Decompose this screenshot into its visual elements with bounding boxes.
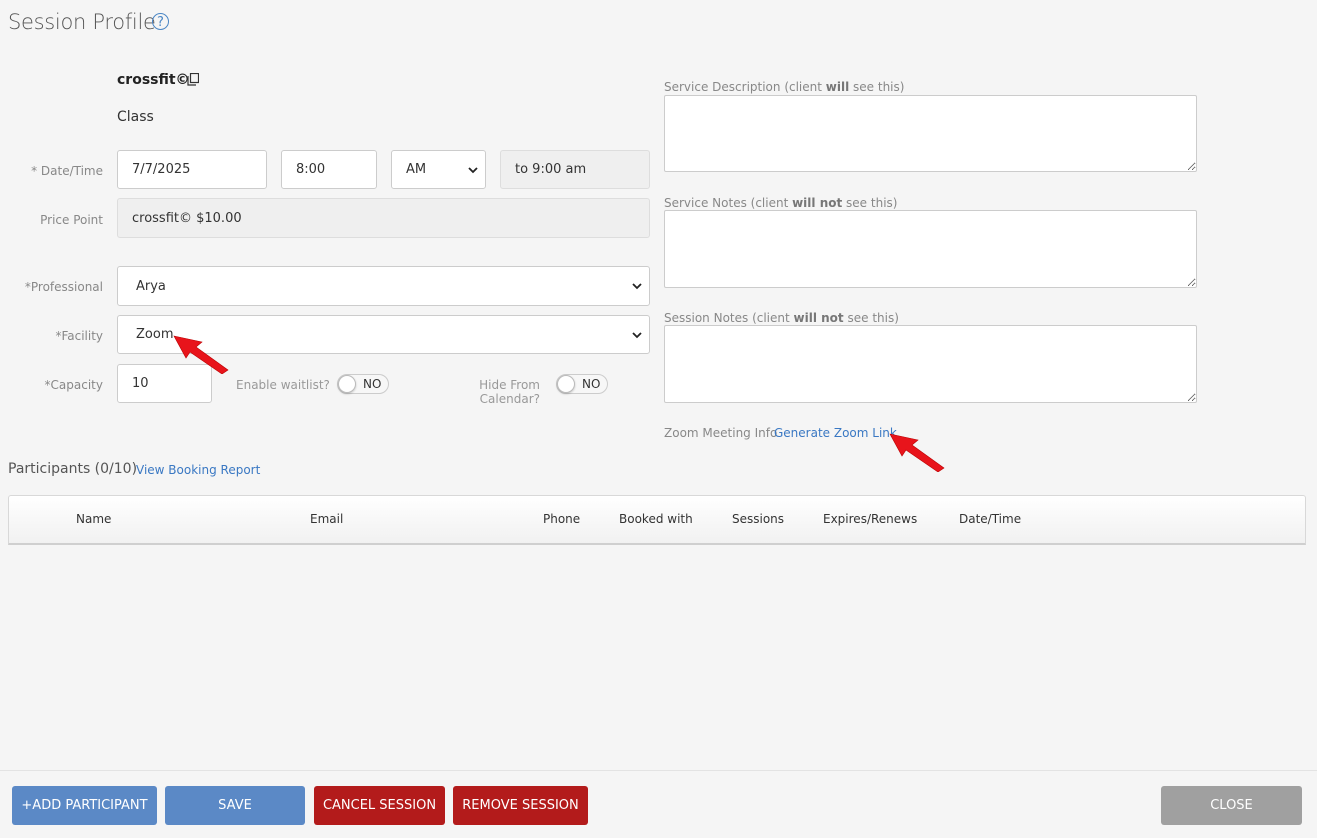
toggle-knob bbox=[338, 375, 356, 393]
service-type: Class bbox=[117, 109, 154, 125]
datetime-label: * Date/Time bbox=[31, 164, 103, 178]
end-time-display: to 9:00 am bbox=[500, 150, 650, 189]
remove-session-button[interactable]: REMOVE SESSION bbox=[453, 786, 588, 825]
waitlist-toggle-text: NO bbox=[363, 377, 382, 391]
session-notes-label: Session Notes (client will not see this) bbox=[664, 311, 899, 325]
participants-table-header: Name Email Phone Booked with Sessions Ex… bbox=[8, 495, 1306, 545]
participants-label: Participants (0/10) bbox=[8, 461, 138, 477]
annotation-arrow-icon bbox=[173, 335, 229, 374]
capacity-label: *Capacity bbox=[44, 378, 103, 392]
col-name[interactable]: Name bbox=[76, 512, 111, 526]
professional-label: *Professional bbox=[24, 280, 103, 294]
help-icon[interactable]: ? bbox=[152, 13, 169, 30]
add-participant-button[interactable]: +ADD PARTICIPANT bbox=[12, 786, 157, 825]
hide-calendar-toggle[interactable]: NO bbox=[556, 374, 608, 394]
service-name: crossfit© bbox=[117, 72, 190, 88]
zoom-meeting-info-label: Zoom Meeting Info bbox=[664, 426, 778, 440]
close-button[interactable]: CLOSE bbox=[1161, 786, 1302, 825]
price-point-display: crossfit© $10.00 bbox=[117, 198, 650, 238]
waitlist-toggle[interactable]: NO bbox=[337, 374, 389, 394]
col-date-time[interactable]: Date/Time bbox=[959, 512, 1021, 526]
chevron-down-icon bbox=[468, 166, 478, 173]
generate-zoom-link[interactable]: Generate Zoom Link bbox=[774, 426, 897, 440]
service-notes-label: Service Notes (client will not see this) bbox=[664, 196, 898, 210]
service-description-label: Service Description (client will see thi… bbox=[664, 80, 905, 94]
chevron-down-icon bbox=[632, 283, 642, 290]
professional-select[interactable]: Arya bbox=[117, 266, 650, 306]
ampm-select[interactable]: AM bbox=[391, 150, 486, 189]
col-email[interactable]: Email bbox=[310, 512, 343, 526]
col-booked-with[interactable]: Booked with bbox=[619, 512, 693, 526]
chevron-down-icon bbox=[632, 331, 642, 338]
facility-value: Zoom bbox=[136, 327, 174, 342]
col-phone[interactable]: Phone bbox=[543, 512, 580, 526]
hide-from-calendar-label: Hide From Calendar? bbox=[479, 378, 540, 406]
col-sessions[interactable]: Sessions bbox=[732, 512, 784, 526]
time-input[interactable]: 8:00 bbox=[281, 150, 377, 189]
toggle-knob bbox=[557, 375, 575, 393]
save-button[interactable]: SAVE bbox=[165, 786, 305, 825]
hide-toggle-text: NO bbox=[582, 377, 601, 391]
ampm-value: AM bbox=[406, 162, 427, 177]
service-notes-textarea[interactable] bbox=[664, 210, 1197, 288]
session-notes-textarea[interactable] bbox=[664, 325, 1197, 403]
price-point-label: Price Point bbox=[40, 213, 103, 227]
view-booking-report-link[interactable]: View Booking Report bbox=[136, 463, 260, 477]
facility-label: *Facility bbox=[55, 329, 103, 343]
annotation-arrow-icon bbox=[889, 433, 945, 472]
copy-icon[interactable] bbox=[187, 73, 199, 86]
date-input[interactable]: 7/7/2025 bbox=[117, 150, 267, 189]
col-expires-renews[interactable]: Expires/Renews bbox=[823, 512, 917, 526]
cancel-session-button[interactable]: CANCEL SESSION bbox=[314, 786, 445, 825]
page-title: Session Profile bbox=[8, 10, 156, 34]
enable-waitlist-label: Enable waitlist? bbox=[236, 378, 330, 392]
service-description-textarea[interactable] bbox=[664, 95, 1197, 172]
professional-value: Arya bbox=[136, 278, 166, 294]
